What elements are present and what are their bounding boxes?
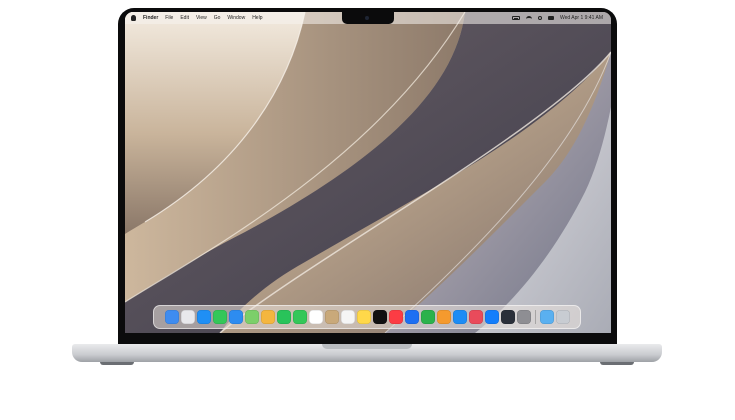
photos-icon[interactable] [260, 310, 275, 324]
battery-icon[interactable] [512, 16, 520, 20]
contacts-icon[interactable] [324, 310, 339, 324]
keynote-icon[interactable] [404, 310, 419, 324]
right-foot [600, 362, 634, 365]
wifi-icon[interactable] [526, 16, 532, 20]
menu-window[interactable]: Window [227, 12, 245, 24]
camera-icon [365, 16, 369, 20]
camera-notch [342, 12, 394, 24]
tv-icon[interactable] [372, 310, 387, 324]
facetime-icon[interactable] [276, 310, 291, 324]
left-foot [100, 362, 134, 365]
finder-icon[interactable] [164, 310, 179, 324]
launchpad-icon[interactable] [180, 310, 195, 324]
messages-icon[interactable] [212, 310, 227, 324]
downloads-folder-icon[interactable] [539, 310, 554, 324]
apple-menu-icon[interactable] [131, 15, 136, 21]
menu-clock[interactable]: Wed Apr 1 9:41 AM [560, 12, 603, 24]
laptop-base [72, 344, 662, 362]
reminders-icon[interactable] [340, 310, 355, 324]
control-center-icon[interactable] [548, 16, 554, 20]
menu-go[interactable]: Go [214, 12, 221, 24]
calendar-icon[interactable] [308, 310, 323, 324]
phone-icon[interactable] [292, 310, 307, 324]
spotlight-search-icon[interactable] [538, 16, 542, 20]
menu-help[interactable]: Help [252, 12, 262, 24]
notes-icon[interactable] [356, 310, 371, 324]
pages-icon[interactable] [436, 310, 451, 324]
maps-icon[interactable] [244, 310, 259, 324]
xcode-icon[interactable] [484, 310, 499, 324]
dock [153, 305, 581, 329]
app-store-icon[interactable] [452, 310, 467, 324]
bottom-bezel [118, 333, 617, 344]
menu-view[interactable]: View [196, 12, 207, 24]
shortcuts-icon[interactable] [468, 310, 483, 324]
system-settings-icon[interactable] [516, 310, 531, 324]
menu-file[interactable]: File [165, 12, 173, 24]
music-icon[interactable] [388, 310, 403, 324]
menu-finder[interactable]: Finder [143, 12, 158, 24]
safari-icon[interactable] [196, 310, 211, 324]
dock-separator [534, 310, 536, 324]
mail-icon[interactable] [228, 310, 243, 324]
lid-opening-notch [322, 344, 412, 349]
numbers-icon[interactable] [420, 310, 435, 324]
screen: Finder File Edit View Go Window Help Wed… [125, 12, 611, 333]
wallpaper [125, 12, 611, 333]
trash-icon[interactable] [555, 310, 570, 324]
time-machine-icon[interactable] [500, 310, 515, 324]
menu-edit[interactable]: Edit [180, 12, 189, 24]
